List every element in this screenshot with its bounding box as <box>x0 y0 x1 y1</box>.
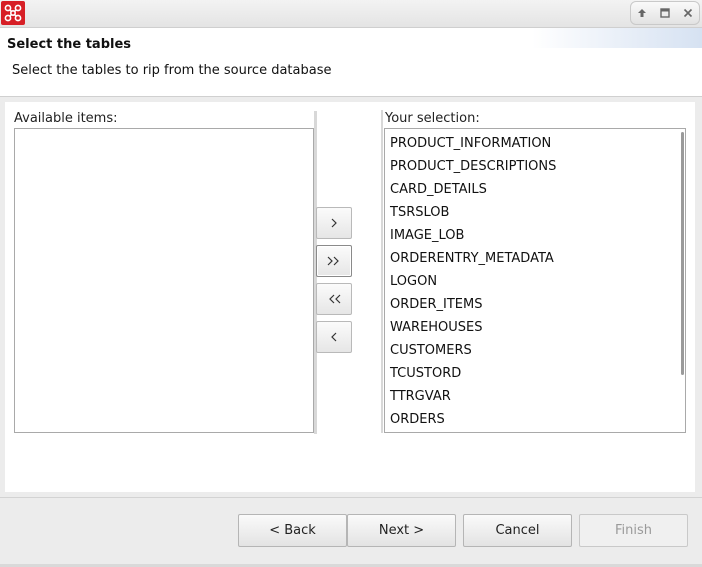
up-icon[interactable] <box>633 4 651 22</box>
list-item[interactable]: CUSTOMERS <box>385 339 685 362</box>
remove-all-icon <box>329 294 341 304</box>
list-item[interactable]: PRODUCT_INFORMATION <box>385 132 685 155</box>
list-item[interactable]: ORDERENTRY_METADATA <box>385 247 685 270</box>
page-title: Select the tables <box>7 37 132 52</box>
your-selection-list[interactable]: PRODUCT_INFORMATION PRODUCT_DESCRIPTIONS… <box>384 128 686 433</box>
close-icon[interactable] <box>679 4 697 22</box>
selection-items: PRODUCT_INFORMATION PRODUCT_DESCRIPTIONS… <box>385 129 685 431</box>
list-item[interactable]: ORDER_ITEMS <box>385 293 685 316</box>
your-selection-label: Your selection: <box>385 111 480 126</box>
list-item[interactable]: TTRGVAR <box>385 385 685 408</box>
list-item[interactable]: TSRSLOB <box>385 201 685 224</box>
page-description: Select the tables to rip from the source… <box>12 63 332 78</box>
available-items-list[interactable] <box>14 111 317 434</box>
remove-all-button[interactable] <box>316 283 352 315</box>
panel-divider <box>381 110 383 433</box>
next-button[interactable]: Next > <box>347 514 456 547</box>
selection-panel: Available items: Your selection: PRODUCT… <box>5 102 695 492</box>
list-item[interactable]: CARD_DETAILS <box>385 178 685 201</box>
scrollbar-thumb[interactable] <box>681 132 684 375</box>
list-item[interactable]: WAREHOUSES <box>385 316 685 339</box>
network-nodes-icon <box>1 1 25 25</box>
finish-button[interactable]: Finish <box>579 514 688 547</box>
add-one-icon <box>331 218 337 228</box>
add-all-icon <box>327 256 339 266</box>
title-bar <box>0 0 702 28</box>
add-all-button[interactable] <box>316 245 352 277</box>
available-items-label: Available items: <box>14 111 118 126</box>
add-selected-button[interactable] <box>316 207 352 239</box>
wizard-header: Select the tables Select the tables to r… <box>0 28 702 97</box>
header-decoration <box>532 28 702 48</box>
list-item[interactable]: ORDERS <box>385 408 685 431</box>
list-item[interactable]: PRODUCT_DESCRIPTIONS <box>385 155 685 178</box>
window-controls <box>630 1 700 25</box>
restore-icon[interactable] <box>656 4 674 22</box>
remove-selected-button[interactable] <box>316 321 352 353</box>
remove-one-icon <box>331 332 337 342</box>
cancel-button[interactable]: Cancel <box>463 514 572 547</box>
list-item[interactable]: LOGON <box>385 270 685 293</box>
list-item[interactable]: IMAGE_LOB <box>385 224 685 247</box>
back-button[interactable]: < Back <box>238 514 347 547</box>
list-item[interactable]: TCUSTORD <box>385 362 685 385</box>
footer-separator <box>0 497 702 498</box>
